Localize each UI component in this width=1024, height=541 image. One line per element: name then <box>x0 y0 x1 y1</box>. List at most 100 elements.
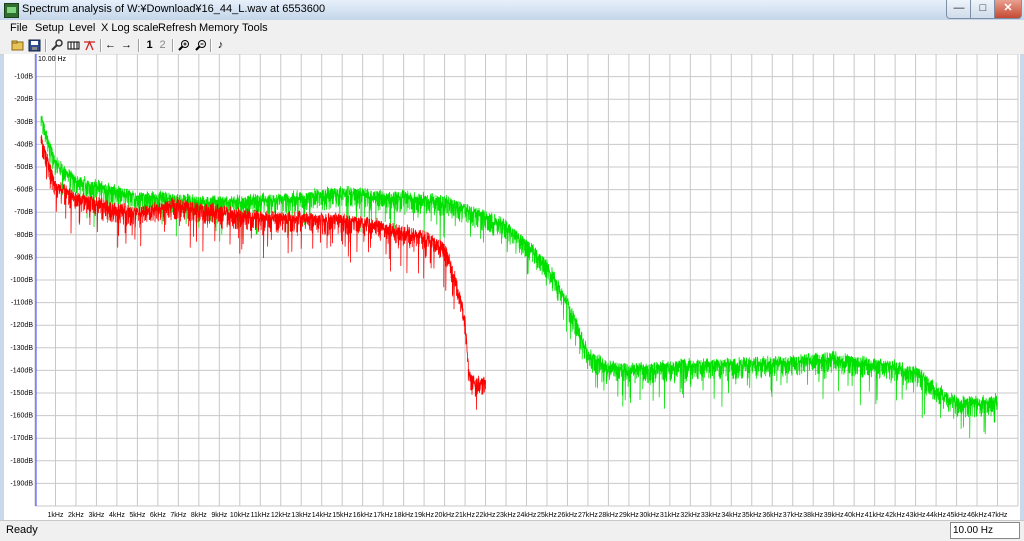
x-tick-label: 20kHz <box>435 512 455 519</box>
toolbar-separator <box>172 39 174 52</box>
x-tick-label: 31kHz <box>660 512 680 519</box>
zoom-in-button[interactable] <box>176 38 191 53</box>
x-tick-label: 6kHz <box>150 512 166 519</box>
toolbar-separator <box>45 39 47 52</box>
menu-setup[interactable]: Setup <box>35 22 64 34</box>
x-tick-label: 39kHz <box>824 512 844 519</box>
open-button[interactable] <box>10 38 25 53</box>
x-tick-label: 44kHz <box>926 512 946 519</box>
x-tick-label: 42kHz <box>885 512 905 519</box>
wrench-icon <box>51 39 63 51</box>
maximize-icon: □ <box>979 2 987 14</box>
x-tick-label: 36kHz <box>762 512 782 519</box>
y-tick-label: -40dB <box>14 141 33 148</box>
close-button[interactable]: ✕ <box>994 0 1022 19</box>
x-tick-label: 25kHz <box>537 512 557 519</box>
x-tick-label: 35kHz <box>742 512 762 519</box>
x-tick-label: 34kHz <box>721 512 741 519</box>
menu-bar: File Setup Level X Log scale Refresh Mem… <box>0 20 1024 37</box>
cursor-label: 10.00 Hz <box>38 56 67 63</box>
x-tick-label: 29kHz <box>619 512 639 519</box>
x-tick-label: 32kHz <box>680 512 700 519</box>
x-tick-label: 30kHz <box>639 512 659 519</box>
x-tick-label: 38kHz <box>803 512 823 519</box>
x-tick-label: 5kHz <box>129 512 145 519</box>
x-tick-label: 9kHz <box>211 512 227 519</box>
x-tick-label: 8kHz <box>191 512 207 519</box>
x-tick-label: 33kHz <box>701 512 721 519</box>
memory-2-button[interactable]: 2 <box>155 38 170 53</box>
menu-file[interactable]: File <box>10 22 28 34</box>
display-icon <box>67 41 80 50</box>
x-tick-label: 3kHz <box>88 512 104 519</box>
x-tick-label: 14kHz <box>312 512 332 519</box>
y-tick-label: -180dB <box>10 458 33 465</box>
x-tick-label: 41kHz <box>865 512 885 519</box>
y-tick-label: -10dB <box>14 74 33 81</box>
y-tick-label: -20dB <box>14 96 33 103</box>
menu-level[interactable]: Level <box>69 22 95 34</box>
x-tick-label: 43kHz <box>906 512 926 519</box>
menu-x-log-scale[interactable]: X Log scale <box>101 22 158 34</box>
spectrum-plot[interactable]: 10.00 Hz -10dB -20dB -30dB -40dB -50dB -60dB -7… <box>4 54 1020 520</box>
minimize-button[interactable]: — <box>946 0 972 19</box>
x-tick-label: 21kHz <box>455 512 475 519</box>
x-tick-label: 1kHz <box>48 512 64 519</box>
y-tick-label: -170dB <box>10 435 33 442</box>
menu-refresh[interactable]: Refresh <box>158 22 197 34</box>
minimize-icon: — <box>953 2 965 14</box>
arrow-right-button[interactable]: → <box>119 38 134 53</box>
x-tick-label: 47kHz <box>988 512 1008 519</box>
maximize-button[interactable]: □ <box>970 0 996 19</box>
arrow-right-icon: → <box>121 39 132 51</box>
close-icon: ✕ <box>1003 2 1013 14</box>
x-tick-label: 7kHz <box>170 512 186 519</box>
y-tick-label: -110dB <box>11 300 33 307</box>
filter-icon <box>84 40 95 51</box>
y-tick-label: -90dB <box>14 254 33 261</box>
settings-button[interactable] <box>49 38 64 53</box>
arrow-left-button[interactable]: ← <box>103 38 118 53</box>
x-tick-label: 37kHz <box>783 512 803 519</box>
x-tick-label: 15kHz <box>332 512 352 519</box>
status-bar: Ready 10.00 Hz <box>0 520 1024 541</box>
x-tick-label: 19kHz <box>414 512 434 519</box>
filter-button[interactable] <box>82 38 97 53</box>
app-icon <box>4 3 19 18</box>
y-tick-label: -80dB <box>14 232 33 239</box>
menu-tools[interactable]: Tools <box>242 22 268 34</box>
folder-icon <box>11 40 24 51</box>
spectrum-chart[interactable]: 10.00 Hz -10dB -20dB -30dB -40dB -50dB -60dB -7… <box>4 54 1020 520</box>
title-bar: Spectrum analysis of W:¥Download¥16_44_L… <box>0 0 1024 21</box>
x-tick-label: 10kHz <box>230 512 250 519</box>
zoom-out-icon <box>195 40 206 51</box>
note-icon: ♪ <box>217 39 224 51</box>
x-tick-label: 46kHz <box>967 512 987 519</box>
x-tick-label: 26kHz <box>558 512 578 519</box>
x-tick-label: 22kHz <box>476 512 496 519</box>
zoom-in-icon <box>178 40 189 51</box>
x-tick-label: 11kHz <box>251 512 271 519</box>
y-tick-label: -130dB <box>10 345 33 352</box>
frequency-readout: 10.00 Hz <box>950 522 1020 539</box>
x-tick-label: 40kHz <box>844 512 864 519</box>
menu-memory[interactable]: Memory <box>199 22 239 34</box>
arrow-left-icon: ← <box>105 39 116 51</box>
x-tick-label: 13kHz <box>291 512 311 519</box>
y-tick-label: -190dB <box>10 480 33 487</box>
toolbar: ← → 1 2 ♪ <box>0 37 1024 55</box>
save-button[interactable] <box>27 38 42 53</box>
toolbar-separator <box>210 39 212 52</box>
y-tick-label: -50dB <box>14 164 33 171</box>
x-tick-label: 23kHz <box>496 512 516 519</box>
x-tick-label: 27kHz <box>578 512 598 519</box>
toolbar-separator <box>138 39 140 52</box>
zoom-out-button[interactable] <box>193 38 208 53</box>
series-line-red <box>40 134 486 410</box>
y-tick-label: -160dB <box>10 413 33 420</box>
x-tick-label: 4kHz <box>109 512 125 519</box>
play-button[interactable]: ♪ <box>213 38 228 53</box>
status-text: Ready <box>6 524 38 536</box>
display-button[interactable] <box>66 38 81 53</box>
y-tick-label: -150dB <box>10 390 33 397</box>
